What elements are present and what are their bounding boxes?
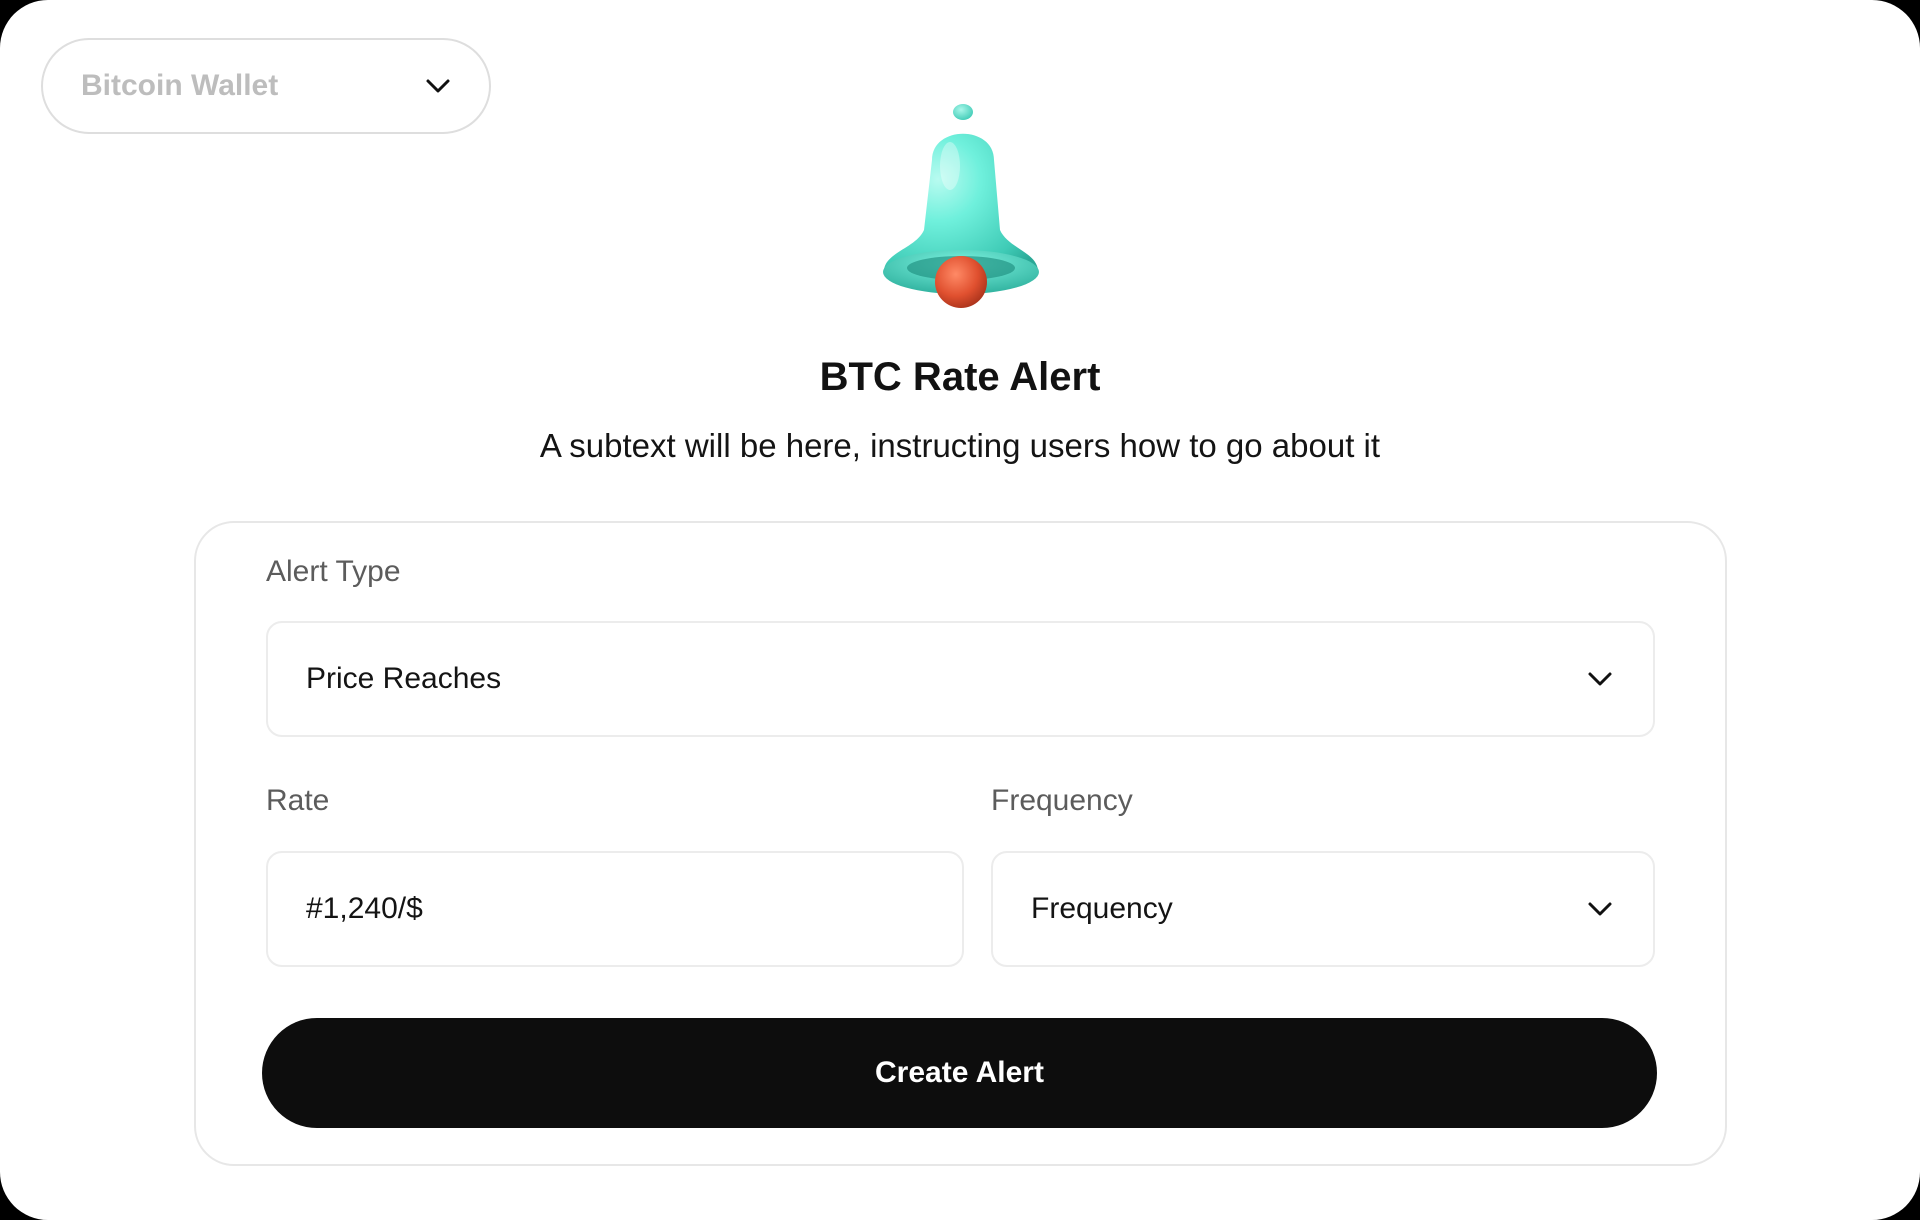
alert-type-value: Price Reaches [306, 662, 502, 695]
chevron-down-icon [1588, 672, 1612, 686]
alert-type-select[interactable]: Price Reaches [266, 621, 1655, 737]
page-subtitle: A subtext will be here, instructing user… [539, 427, 1381, 464]
frequency-value: Frequency [1031, 892, 1173, 925]
frequency-label: Frequency [991, 784, 1133, 817]
alert-type-label: Alert Type [266, 555, 401, 588]
create-alert-button[interactable]: Create Alert [262, 1018, 1657, 1128]
chevron-down-icon [1588, 902, 1612, 916]
rate-label: Rate [266, 784, 330, 817]
rate-input[interactable]: #1,240/$ [266, 851, 964, 967]
frequency-select[interactable]: Frequency [991, 851, 1655, 967]
rate-value: #1,240/$ [306, 892, 423, 925]
wallet-selector[interactable]: Bitcoin Wallet [41, 38, 491, 134]
create-alert-label: Create Alert [875, 1056, 1044, 1089]
bell-icon [883, 104, 1039, 308]
page-title: BTC Rate Alert [819, 355, 1101, 399]
chevron-down-icon [426, 79, 450, 93]
wallet-selector-label: Bitcoin Wallet [81, 69, 279, 102]
rate-alert-screen: Bitcoin Wallet BTC Rate Alert A subtext … [0, 0, 1920, 1220]
